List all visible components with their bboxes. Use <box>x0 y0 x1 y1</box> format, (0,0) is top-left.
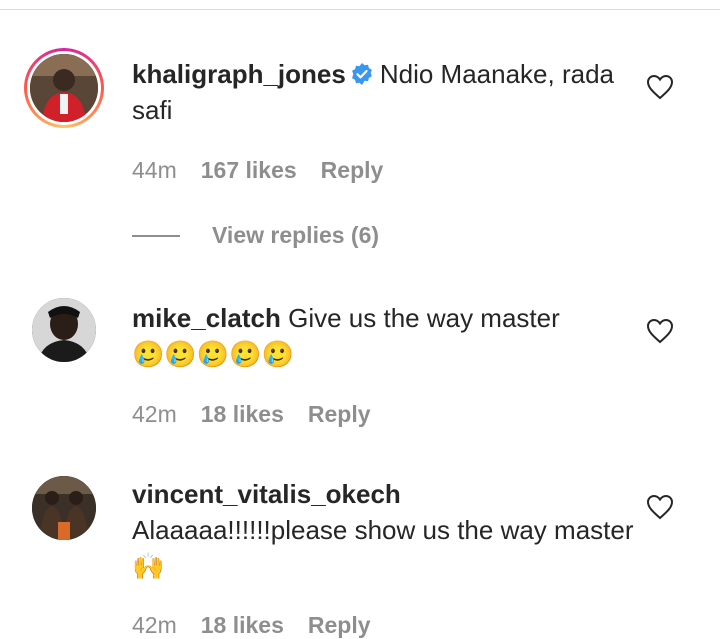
avatar-image <box>32 476 96 540</box>
comment-body: Give us the way master <box>288 303 560 333</box>
avatar[interactable] <box>24 476 96 540</box>
comment-meta: 42m 18 likes Reply <box>132 612 371 639</box>
username[interactable]: vincent_vitalis_okech <box>132 479 401 509</box>
reply-button[interactable]: Reply <box>308 612 371 639</box>
comment-time: 44m <box>132 157 177 183</box>
comment-emojis: 🙌 <box>132 552 165 582</box>
likes-count[interactable]: 167 likes <box>201 157 297 184</box>
like-heart-icon[interactable] <box>646 318 674 344</box>
like-heart-icon[interactable] <box>646 74 674 100</box>
view-replies-button[interactable]: View replies (6) <box>132 222 379 249</box>
reply-button[interactable]: Reply <box>308 401 371 428</box>
view-replies-label: View replies (6) <box>212 222 380 248</box>
comment-text: vincent_vitalis_okech Alaaaaa!!!!!!pleas… <box>132 476 650 585</box>
comment-time: 42m <box>132 612 177 638</box>
reply-button[interactable]: Reply <box>321 157 384 184</box>
avatar-image <box>32 298 96 362</box>
avatar-image <box>30 54 98 122</box>
likes-count[interactable]: 18 likes <box>201 612 284 639</box>
comment-meta: 42m 18 likes Reply <box>132 401 371 428</box>
view-replies-line <box>132 234 180 237</box>
story-ring <box>24 48 104 128</box>
comment-text: khaligraph_jones Ndio Maanake, rada safi <box>132 56 650 128</box>
avatar[interactable] <box>24 48 104 128</box>
comment-meta: 44m 167 likes Reply <box>132 157 383 184</box>
comment-time: 42m <box>132 401 177 427</box>
username[interactable]: mike_clatch <box>132 303 281 333</box>
likes-count[interactable]: 18 likes <box>201 401 284 428</box>
username[interactable]: khaligraph_jones <box>132 59 346 89</box>
verified-badge-icon <box>351 63 372 85</box>
top-divider <box>0 9 720 10</box>
comment-emojis: 🥲🥲🥲🥲🥲 <box>132 340 294 370</box>
like-heart-icon[interactable] <box>646 494 674 520</box>
comment-body: Alaaaaa!!!!!!please show us the way mast… <box>132 515 634 545</box>
avatar[interactable] <box>24 298 96 362</box>
comment-text: mike_clatch Give us the way master 🥲🥲🥲🥲🥲 <box>132 300 650 373</box>
